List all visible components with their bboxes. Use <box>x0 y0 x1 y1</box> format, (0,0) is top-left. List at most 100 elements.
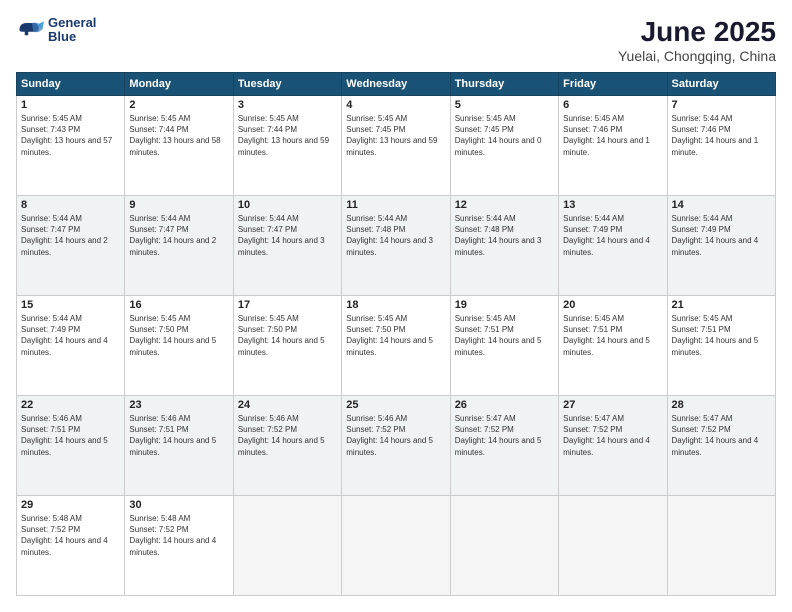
calendar-day-cell: 1Sunrise: 5:45 AMSunset: 7:43 PMDaylight… <box>17 96 125 196</box>
logo-line1: General <box>48 16 96 30</box>
day-number: 23 <box>129 399 228 411</box>
sunrise-label: Sunrise: 5:44 AM <box>672 114 733 123</box>
daylight-label: Daylight: 14 hours and 5 minutes. <box>672 336 759 356</box>
day-number: 4 <box>346 99 445 111</box>
sunset-label: Sunset: 7:43 PM <box>21 125 80 134</box>
daylight-label: Daylight: 14 hours and 2 minutes. <box>21 236 108 256</box>
daylight-label: Daylight: 14 hours and 5 minutes. <box>346 336 433 356</box>
calendar-day-cell: 16Sunrise: 5:45 AMSunset: 7:50 PMDayligh… <box>125 296 233 396</box>
sunset-label: Sunset: 7:52 PM <box>129 525 188 534</box>
day-info: Sunrise: 5:45 AMSunset: 7:51 PMDaylight:… <box>563 313 662 358</box>
day-info: Sunrise: 5:45 AMSunset: 7:51 PMDaylight:… <box>455 313 554 358</box>
sunset-label: Sunset: 7:52 PM <box>455 425 514 434</box>
day-info: Sunrise: 5:45 AMSunset: 7:45 PMDaylight:… <box>455 113 554 158</box>
sunset-label: Sunset: 7:46 PM <box>672 125 731 134</box>
sunrise-label: Sunrise: 5:45 AM <box>563 314 624 323</box>
calendar-day-cell: 9Sunrise: 5:44 AMSunset: 7:47 PMDaylight… <box>125 196 233 296</box>
day-info: Sunrise: 5:48 AM Sunset: 7:52 PM Daylight:… <box>21 513 120 558</box>
sunset-label: Sunset: 7:50 PM <box>238 325 297 334</box>
day-number: 2 <box>129 99 228 111</box>
day-info: Sunrise: 5:47 AMSunset: 7:52 PMDaylight:… <box>563 413 662 458</box>
calendar-day-cell: 12Sunrise: 5:44 AMSunset: 7:48 PMDayligh… <box>450 196 558 296</box>
daylight-label: Daylight: 14 hours and 1 minute. <box>563 136 650 156</box>
sunset-label: Sunset: 7:47 PM <box>238 225 297 234</box>
daylight-label: Daylight: 14 hours and 5 minutes. <box>455 436 542 456</box>
sunset-label: Sunset: 7:49 PM <box>672 225 731 234</box>
calendar-day-cell: 25Sunrise: 5:46 AMSunset: 7:52 PMDayligh… <box>342 396 450 496</box>
sunrise-label: Sunrise: 5:46 AM <box>238 414 299 423</box>
sunrise-label: Sunrise: 5:45 AM <box>238 114 299 123</box>
sunrise-label: Sunrise: 5:45 AM <box>238 314 299 323</box>
calendar-day-cell: 15Sunrise: 5:44 AMSunset: 7:49 PMDayligh… <box>17 296 125 396</box>
day-info: Sunrise: 5:45 AM Sunset: 7:50 PM Daylight:… <box>238 313 337 358</box>
daylight-label: Daylight: 14 hours and 3 minutes. <box>238 236 325 256</box>
calendar-day-cell: 26 Sunrise: 5:47 AMSunset: 7:52 PMDayligh… <box>450 396 558 496</box>
logo: General Blue <box>16 16 96 45</box>
sunrise-label: Sunrise: 5:44 AM <box>563 214 624 223</box>
day-info: Sunrise: 5:45 AMSunset: 7:44 PMDaylight:… <box>129 113 228 158</box>
calendar-day-cell: 21Sunrise: 5:45 AMSunset: 7:51 PMDayligh… <box>667 296 775 396</box>
sunrise-label: Sunrise: 5:45 AM <box>563 114 624 123</box>
day-number: 5 <box>455 99 554 111</box>
sunset-label: Sunset: 7:44 PM <box>129 125 188 134</box>
day-number: 12 <box>455 199 554 211</box>
sunset-label: Sunset: 7:49 PM <box>21 325 80 334</box>
daylight-label: Daylight: 14 hours and 1 minute. <box>672 136 759 156</box>
day-info: Sunrise: 5:45 AMSunset: 7:50 PMDaylight:… <box>129 313 228 358</box>
calendar-day-cell: 7Sunrise: 5:44 AMSunset: 7:46 PMDaylight… <box>667 96 775 196</box>
daylight-label: Daylight: 13 hours and 59 minutes. <box>346 136 437 156</box>
sunset-label: Sunset: 7:51 PM <box>21 425 80 434</box>
day-header-sunday: Sunday <box>17 73 125 96</box>
day-number: 27 <box>563 399 662 411</box>
calendar-day-cell: 6Sunrise: 5:45 AMSunset: 7:46 PMDaylight… <box>559 96 667 196</box>
title-block: June 2025 Yuelai, Chongqing, China <box>618 16 776 64</box>
calendar-week-row: 22Sunrise: 5:46 AMSunset: 7:51 PMDayligh… <box>17 396 776 496</box>
sunset-label: Sunset: 7:48 PM <box>455 225 514 234</box>
daylight-label: Daylight: 14 hours and 3 minutes. <box>455 236 542 256</box>
sunrise-label: Sunrise: 5:44 AM <box>129 214 190 223</box>
day-number: 3 <box>238 99 337 111</box>
calendar-table: SundayMondayTuesdayWednesdayThursdayFrid… <box>16 72 776 596</box>
calendar-day-cell <box>559 496 667 596</box>
day-info: Sunrise: 5:44 AMSunset: 7:47 PMDaylight:… <box>238 213 337 258</box>
daylight-label: Daylight: 14 hours and 4 minutes. <box>129 536 216 556</box>
daylight-label: Daylight: 14 hours and 5 minutes. <box>238 336 325 356</box>
day-number: 10 <box>238 199 337 211</box>
sunrise-label: Sunrise: 5:46 AM <box>21 414 82 423</box>
sunset-label: Sunset: 7:47 PM <box>129 225 188 234</box>
day-info: Sunrise: 5:45 AMSunset: 7:45 PMDaylight:… <box>346 113 445 158</box>
daylight-label: Daylight: 14 hours and 4 minutes. <box>21 536 108 556</box>
daylight-label: Daylight: 14 hours and 5 minutes. <box>129 436 216 456</box>
calendar-subtitle: Yuelai, Chongqing, China <box>618 48 776 64</box>
daylight-label: Daylight: 14 hours and 4 minutes. <box>563 236 650 256</box>
day-info: Sunrise: 5:47 AMSunset: 7:52 PMDaylight:… <box>455 413 554 458</box>
day-info: Sunrise: 5:45 AMSunset: 7:43 PMDaylight:… <box>21 113 120 158</box>
sunrise-label: Sunrise: 5:45 AM <box>346 114 407 123</box>
page: General Blue June 2025 Yuelai, Chongqing… <box>0 0 792 612</box>
day-info: Sunrise: 5:45 AMSunset: 7:46 PMDaylight:… <box>563 113 662 158</box>
calendar-day-cell: 20Sunrise: 5:45 AMSunset: 7:51 PMDayligh… <box>559 296 667 396</box>
calendar-head: SundayMondayTuesdayWednesdayThursdayFrid… <box>17 73 776 96</box>
day-number: 13 <box>563 199 662 211</box>
day-number: 9 <box>129 199 228 211</box>
calendar-day-cell: 2 Sunrise: 5:45 AMSunset: 7:44 PMDaylight… <box>125 96 233 196</box>
sunset-label: Sunset: 7:52 PM <box>21 525 80 534</box>
sunrise-label: Sunrise: 5:44 AM <box>21 214 82 223</box>
calendar-day-cell: 14Sunrise: 5:44 AMSunset: 7:49 PMDayligh… <box>667 196 775 296</box>
daylight-label: Daylight: 14 hours and 5 minutes. <box>563 336 650 356</box>
day-number: 26 <box>455 399 554 411</box>
day-number: 21 <box>672 299 771 311</box>
day-header-thursday: Thursday <box>450 73 558 96</box>
day-info: Sunrise: 5:46 AMSunset: 7:52 PMDaylight:… <box>238 413 337 458</box>
calendar-day-cell: 13Sunrise: 5:44 AMSunset: 7:49 PMDayligh… <box>559 196 667 296</box>
day-number: 11 <box>346 199 445 211</box>
sunrise-label: Sunrise: 5:48 AM <box>21 514 82 523</box>
day-number: 15 <box>21 299 120 311</box>
calendar-day-cell: 23Sunrise: 5:46 AMSunset: 7:51 PMDayligh… <box>125 396 233 496</box>
day-info: Sunrise: 5:44 AMSunset: 7:48 PMDaylight:… <box>346 213 445 258</box>
day-number: 25 <box>346 399 445 411</box>
day-header-wednesday: Wednesday <box>342 73 450 96</box>
calendar-title: June 2025 <box>618 16 776 48</box>
day-number: 30 <box>129 499 228 511</box>
calendar-body: 1Sunrise: 5:45 AMSunset: 7:43 PMDaylight… <box>17 96 776 596</box>
